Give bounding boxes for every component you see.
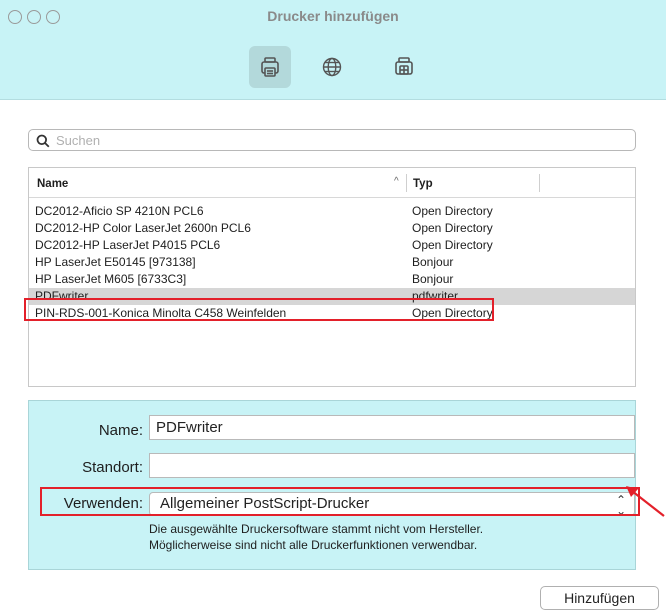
printer-name: PIN-RDS-001-Konica Minolta C458 Weinfeld… [35,306,287,320]
search-icon [36,134,50,148]
printer-type: pdfwriter [412,289,459,303]
printer-type: Open Directory [412,238,493,252]
ip-printers-tab[interactable] [311,46,353,88]
printer-type: Bonjour [412,255,454,269]
printer-row-selected[interactable]: PDFwriter pdfwriter [29,288,635,305]
windows-printer-icon [395,57,413,75]
printer-name: HP LaserJet M605 [6733C3] [35,272,187,286]
printer-row[interactable]: HP LaserJet M605 [6733C3] Bonjour [29,271,635,288]
printer-name: DC2012-HP LaserJet P4015 PCL6 [35,238,221,252]
search-input[interactable] [56,131,626,149]
printer-type: Open Directory [412,306,493,320]
title-bar: Drucker hinzufügen [0,0,666,100]
printer-name: DC2012-Aficio SP 4210N PCL6 [35,204,204,218]
list-header: Name ^ Typ [29,168,635,198]
printer-name: DC2012-HP Color LaserJet 2600n PCL6 [35,221,251,235]
column-header-name[interactable]: Name [37,178,68,190]
printer-type: Open Directory [412,204,493,218]
column-separator[interactable] [406,174,407,192]
printer-type: Open Directory [412,221,493,235]
printer-row[interactable]: DC2012-HP LaserJet P4015 PCL6 Open Direc… [29,237,635,254]
location-label: Standort: [82,459,143,476]
add-button[interactable]: Hinzufügen [540,586,659,610]
printer-details-panel: Name: PDFwriter Standort: Verwenden: All… [28,400,636,570]
printer-type: Bonjour [412,272,454,286]
printer-row[interactable]: DC2012-HP Color LaserJet 2600n PCL6 Open… [29,220,635,237]
printer-name: HP LaserJet E50145 [973138] [35,255,196,269]
name-label: Name: [98,422,143,439]
arrow-annotation-icon [626,486,665,517]
use-label: Verwenden: [63,495,143,512]
printer-row[interactable]: PIN-RDS-001-Konica Minolta C458 Weinfeld… [29,305,635,322]
printer-row[interactable]: DC2012-Aficio SP 4210N PCL6 Open Directo… [29,203,635,220]
printer-row[interactable]: HP LaserJet E50145 [973138] Bonjour [29,254,635,271]
driver-note-line1: Die ausgewählte Druckersoftware stammt n… [149,522,484,536]
search-field[interactable] [28,129,636,151]
printer-list[interactable]: Name ^ Typ DC2012-Aficio SP 4210N PCL6 O… [28,167,636,387]
driver-select[interactable]: Allgemeiner PostScript-Drucker ⌃ ⌃ [149,492,635,517]
windows-printers-tab[interactable] [383,46,425,88]
location-field[interactable] [149,453,635,478]
sort-ascending-icon: ^ [394,176,399,187]
printer-name: PDFwriter [35,289,89,303]
default-printer-icon [261,57,279,77]
ip-globe-icon [322,57,342,77]
window-title: Drucker hinzufügen [267,8,399,24]
driver-note-line2: Möglicherweise sind nicht alle Druckerfu… [149,538,478,552]
column-separator[interactable] [539,174,540,192]
column-header-type[interactable]: Typ [413,178,433,190]
driver-select-value: Allgemeiner PostScript-Drucker [160,495,370,512]
default-printers-tab[interactable] [249,46,291,88]
printer-name-field[interactable]: PDFwriter [149,415,635,440]
